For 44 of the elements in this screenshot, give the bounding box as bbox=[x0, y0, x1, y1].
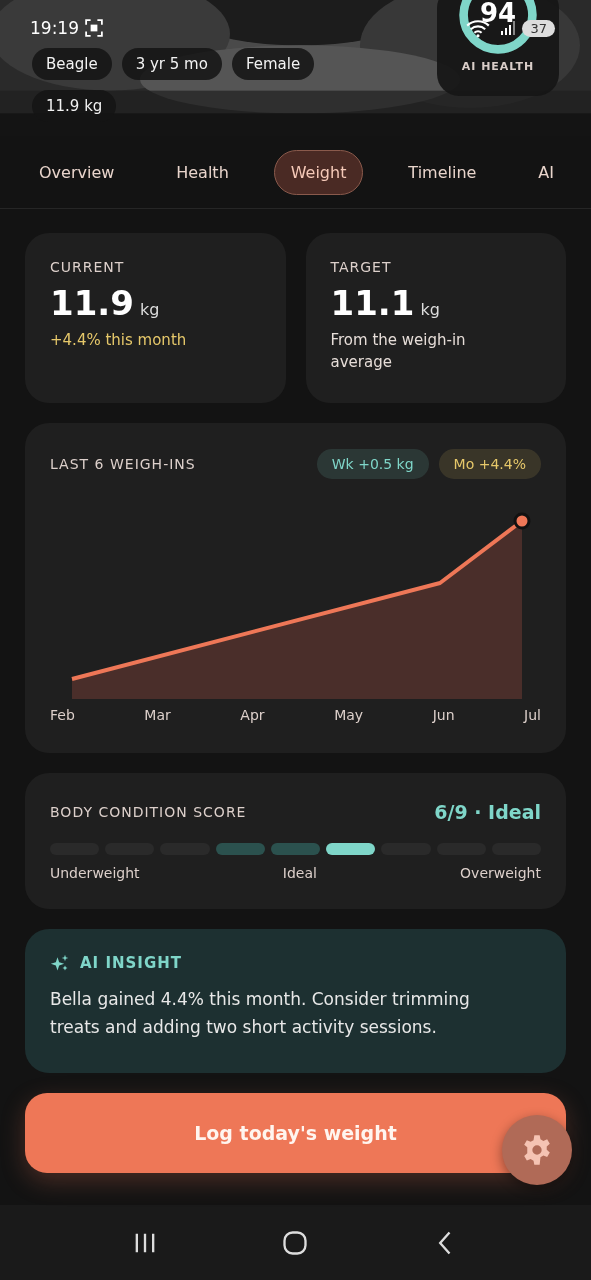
health-label: AI HEALTH bbox=[461, 60, 535, 73]
sparkle-icon bbox=[50, 953, 70, 973]
home-icon[interactable] bbox=[281, 1228, 310, 1257]
month-label: Jun bbox=[432, 707, 455, 723]
month-label: Jul bbox=[524, 707, 541, 723]
score-value: 6/9 · Ideal bbox=[434, 801, 541, 823]
unit-label: kg bbox=[139, 300, 160, 319]
stat-label: TARGET bbox=[330, 259, 393, 275]
stat-value: 11.9 bbox=[50, 283, 134, 323]
tab[interactable]: Weight bbox=[273, 149, 364, 195]
trend-badge: Wk +0.5 kg bbox=[316, 449, 429, 479]
stat-note: From the weigh-in average bbox=[330, 330, 467, 373]
trend-badge: Mo +4.4% bbox=[438, 449, 541, 479]
settings-button[interactable] bbox=[502, 1115, 572, 1185]
info-chip: Female bbox=[231, 48, 315, 80]
score-segment bbox=[326, 843, 376, 855]
tab[interactable]: Overview bbox=[22, 149, 132, 195]
scale-label: Overweight bbox=[460, 865, 541, 881]
month-label: May bbox=[334, 707, 364, 723]
info-chip: Beagle bbox=[32, 48, 112, 80]
score-segment bbox=[270, 843, 321, 855]
signal-icon bbox=[500, 20, 517, 36]
score-segment bbox=[215, 843, 265, 855]
scale-label: Underweight bbox=[50, 865, 140, 881]
score-title: BODY CONDITION SCORE bbox=[50, 804, 247, 820]
stat-label: CURRENT bbox=[50, 259, 126, 275]
unit-label: kg bbox=[420, 300, 440, 319]
insight-title: AI INSIGHT bbox=[80, 954, 183, 972]
chart-title: LAST 6 WEIGH-INS bbox=[50, 456, 196, 472]
health-score: 94 bbox=[478, 0, 518, 28]
settings-icon bbox=[521, 1134, 553, 1166]
tab[interactable]: AI bbox=[521, 149, 571, 195]
tab[interactable]: Timeline bbox=[391, 149, 494, 195]
info-chip: 3 yr 5 mo bbox=[121, 48, 222, 80]
stat-value: 11.1 bbox=[330, 283, 415, 323]
clock: 19:19 bbox=[30, 18, 79, 38]
month-label: Mar bbox=[144, 707, 171, 723]
screenshot-icon bbox=[85, 19, 103, 37]
insight-text: Bella gained 4.4% this month. Consider trimming treats and adding two short activity sessions. bbox=[50, 988, 471, 1039]
month-label: Feb bbox=[50, 707, 75, 723]
tab[interactable]: Health bbox=[159, 149, 246, 195]
month-label: Apr bbox=[240, 707, 265, 723]
scale-label: Ideal bbox=[282, 865, 317, 881]
stat-note: +4.4% this month bbox=[50, 330, 188, 351]
